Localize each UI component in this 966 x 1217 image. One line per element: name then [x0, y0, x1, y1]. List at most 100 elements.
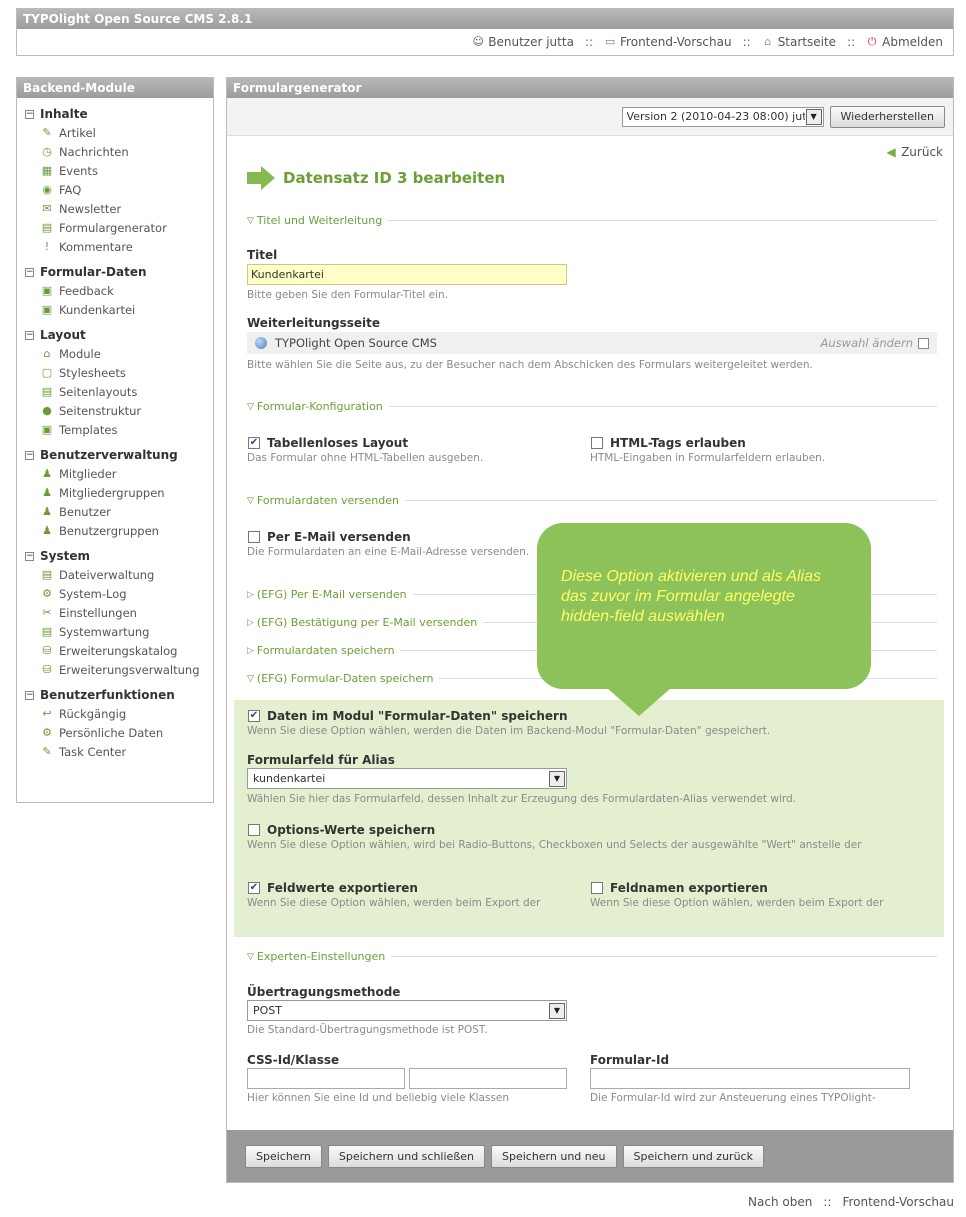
legend-title-redirect[interactable]: ▽ Titel und Weiterleitung	[247, 214, 937, 227]
sidebar-item[interactable]: ◉ FAQ	[17, 180, 213, 199]
sidebar-item[interactable]: ♟ Benutzergruppen	[17, 521, 213, 540]
tableless-checkbox[interactable]: ✔	[248, 437, 260, 449]
collapse-icon: −	[25, 329, 34, 340]
module-icon: ⛁	[42, 662, 52, 676]
top-bar: TYPOlight Open Source CMS 2.8.1 ☺ Benutze…	[16, 8, 954, 56]
sidebar-item[interactable]: ↩ Rückgängig	[17, 704, 213, 723]
change-selection-toggle[interactable]: Auswahl ändern	[821, 336, 929, 350]
export-values-checkbox[interactable]: ✔	[248, 882, 260, 894]
method-help: Die Standard-Übertragungsmethode ist POS…	[247, 1024, 488, 1036]
sidebar-group: − System ▤ Dateiverwaltung ⚙ System-Log ✂ Einst…	[17, 547, 213, 679]
sidebar-item[interactable]: ▤ Seitenlayouts	[17, 382, 213, 401]
back-link[interactable]: ◀ Zurück	[885, 145, 943, 159]
alias-label: Formularfeld für Alias	[247, 753, 395, 767]
save-back-button[interactable]: Speichern und zurück	[622, 1144, 764, 1168]
sidebar-item[interactable]: ▢ Stylesheets	[17, 363, 213, 382]
module-icon: ◷	[42, 144, 52, 158]
triangle-down-icon: ▽	[247, 215, 254, 226]
module-icon: ▢	[41, 365, 53, 379]
sidebar-group-title[interactable]: − Benutzerfunktionen	[17, 686, 213, 704]
sidebar-group-title[interactable]: − Formular-Daten	[17, 263, 213, 281]
email-checkbox[interactable]	[248, 531, 260, 543]
legend-expert[interactable]: ▽ Experten-Einstellungen	[247, 950, 937, 963]
module-icon: ⌂	[43, 346, 51, 360]
email-label: Per E-Mail versenden	[267, 530, 411, 544]
sidebar-item[interactable]: ✎ Task Center	[17, 742, 213, 761]
sidebar-item[interactable]: ⌂ Module	[17, 344, 213, 363]
sidebar-item[interactable]: ✎ Artikel	[17, 123, 213, 142]
title-input[interactable]: Kundenkartei	[247, 264, 567, 285]
module-icon: ↩	[42, 706, 52, 720]
sidebar-group: − Benutzerfunktionen ↩ Rückgängig ⚙ Persönlic…	[17, 686, 213, 761]
css-id-input[interactable]	[247, 1068, 405, 1089]
back-to-top-link[interactable]: Nach oben	[748, 1195, 812, 1209]
sidebar-item[interactable]: ▦ Events	[17, 161, 213, 180]
store-data-label: Daten im Modul "Formular-Daten" speicher…	[267, 709, 568, 723]
sidebar-item[interactable]: ⛁ Erweiterungskatalog	[17, 641, 213, 660]
alias-select[interactable]: kundenkartei ▼	[247, 768, 567, 789]
sidebar-item[interactable]: ▤ Formulargenerator	[17, 218, 213, 237]
redirect-help: Bitte wählen Sie die Seite aus, zu der B…	[247, 359, 813, 371]
sidebar-group: − Benutzerverwaltung ♟ Mitglieder ♟ Mitgliede…	[17, 446, 213, 540]
module-icon: ▣	[41, 422, 53, 436]
module-icon: ✉	[42, 201, 52, 215]
sidebar-item[interactable]: ✉ Newsletter	[17, 199, 213, 218]
sidebar-item[interactable]: ! Kommentare	[17, 237, 213, 256]
sidebar-group-title[interactable]: − Benutzerverwaltung	[17, 446, 213, 464]
html-tags-help: HTML-Eingaben in Formularfeldern erlaube…	[590, 452, 826, 464]
change-selection-checkbox[interactable]	[918, 337, 929, 349]
options-values-checkbox[interactable]	[248, 824, 260, 836]
save-button[interactable]: Speichern	[245, 1144, 322, 1168]
css-label: CSS-Id/Klasse	[247, 1053, 340, 1067]
user-icon: ☺	[472, 35, 484, 48]
module-icon: ⚙	[42, 725, 52, 739]
restore-button[interactable]: Wiederherstellen	[829, 105, 945, 128]
nav-home-link[interactable]: ⌂ Startseite	[762, 35, 836, 49]
sidebar-group-title[interactable]: − System	[17, 547, 213, 565]
sidebar-item[interactable]: ⚙ System-Log	[17, 584, 213, 603]
css-class-input[interactable]	[409, 1068, 567, 1089]
sidebar-group-title[interactable]: − Layout	[17, 326, 213, 344]
legend-send-data[interactable]: ▽ Formulardaten versenden	[247, 494, 937, 507]
sidebar-item[interactable]: ▣ Feedback	[17, 281, 213, 300]
nav-logout-link[interactable]: ⏻ Abmelden	[866, 35, 943, 49]
sidebar-item[interactable]: ✂ Einstellungen	[17, 603, 213, 622]
version-select[interactable]: Version 2 (2010-04-23 08:00) jutta ▼	[621, 106, 824, 127]
arrow-right-icon	[247, 166, 275, 190]
sidebar-item[interactable]: ▣ Kundenkartei	[17, 300, 213, 319]
method-select[interactable]: POST ▼	[247, 1000, 567, 1021]
legend-form-config[interactable]: ▽ Formular-Konfiguration	[247, 400, 937, 413]
footer-preview-link[interactable]: Frontend-Vorschau	[842, 1195, 954, 1209]
chevron-down-icon: ▼	[549, 1002, 565, 1019]
redirect-page-picker: TYPOlight Open Source CMS Auswahl ändern	[247, 332, 937, 354]
save-new-button[interactable]: Speichern und neu	[490, 1144, 617, 1168]
module-icon: ▤	[41, 624, 53, 638]
sidebar-item[interactable]: ▣ Templates	[17, 420, 213, 439]
sidebar-group-title[interactable]: − Inhalte	[17, 105, 213, 123]
sidebar-item[interactable]: ● Seitenstruktur	[17, 401, 213, 420]
module-icon: ✎	[42, 744, 52, 758]
sidebar-item[interactable]: ♟ Mitglieder	[17, 464, 213, 483]
options-values-help: Wenn Sie diese Option wählen, wird bei R…	[247, 839, 862, 851]
sidebar-item[interactable]: ⚙ Persönliche Daten	[17, 723, 213, 742]
module-icon: ▣	[41, 283, 53, 297]
sidebar-item[interactable]: ▤ Systemwartung	[17, 622, 213, 641]
sidebar-item[interactable]: ♟ Benutzer	[17, 502, 213, 521]
module-icon: ✂	[42, 605, 52, 619]
monitor-icon: ▭	[604, 35, 616, 48]
nav-preview-link[interactable]: ▭ Frontend-Vorschau	[604, 35, 732, 49]
form-id-input[interactable]	[590, 1068, 910, 1089]
sidebar-item[interactable]: ♟ Mitgliedergruppen	[17, 483, 213, 502]
collapse-icon: −	[25, 689, 34, 700]
save-close-button[interactable]: Speichern und schließen	[327, 1144, 485, 1168]
nav-user-link[interactable]: ☺ Benutzer jutta	[472, 35, 574, 49]
export-names-checkbox[interactable]	[591, 882, 603, 894]
top-nav: ☺ Benutzer jutta :: ▭ Frontend-Vorschau ::…	[17, 29, 953, 55]
triangle-right-icon: ▷	[247, 589, 254, 600]
sidebar-item[interactable]: ▤ Dateiverwaltung	[17, 565, 213, 584]
logout-icon: ⏻	[867, 35, 877, 48]
store-data-checkbox[interactable]: ✔	[248, 710, 260, 722]
sidebar-item[interactable]: ⛁ Erweiterungsverwaltung	[17, 660, 213, 679]
sidebar-item[interactable]: ◷ Nachrichten	[17, 142, 213, 161]
html-tags-checkbox[interactable]	[591, 437, 603, 449]
